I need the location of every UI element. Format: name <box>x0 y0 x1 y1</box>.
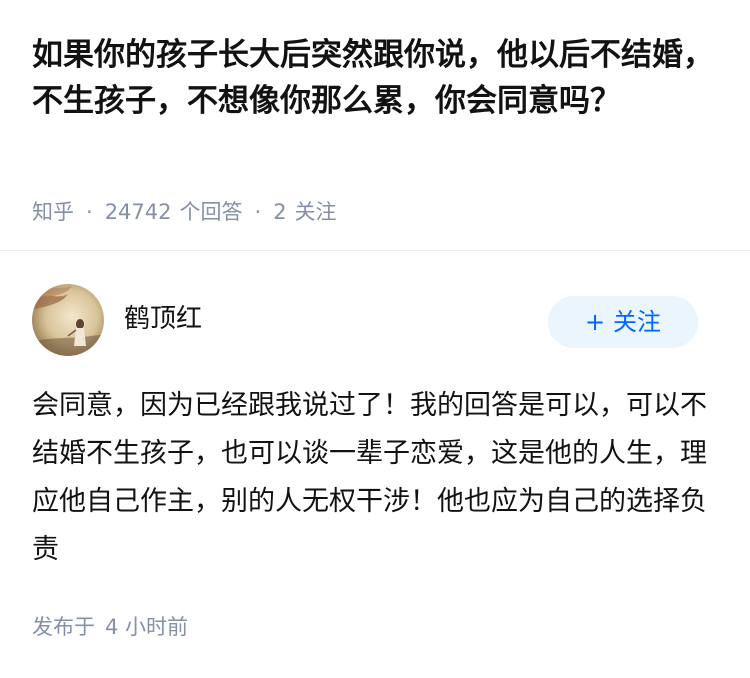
answer-count-label[interactable]: 个回答 <box>180 197 243 227</box>
follow-button-label: 关注 <box>613 308 662 336</box>
publish-time: 4 小时前 <box>105 615 189 639</box>
follow-count: 2 <box>273 200 287 224</box>
answer-content[interactable]: 会同意，因为已经跟我说过了！我的回答是可以，可以不结婚不生孩子，也可以谈一辈子恋… <box>32 382 722 574</box>
avatar-image-icon <box>32 284 104 356</box>
source-label[interactable]: 知乎 <box>32 197 74 227</box>
meta-separator: · <box>86 200 93 224</box>
publish-prefix: 发布于 <box>32 615 95 639</box>
question-meta: 知乎 · 24742 个回答 · 2 关注 <box>32 197 337 227</box>
meta-separator: · <box>254 200 262 224</box>
answer-count: 24742 <box>104 200 172 224</box>
publish-info: 发布于 4 小时前 <box>32 612 188 642</box>
section-divider <box>0 250 750 251</box>
question-header: 如果你的孩子长大后突然跟你说，他以后不结婚，不生孩子，不想像你那么累，你会同意吗… <box>0 0 750 250</box>
author-name[interactable]: 鹤顶红 <box>124 302 202 336</box>
avatar[interactable] <box>32 284 104 356</box>
plus-icon: + <box>584 308 606 336</box>
follow-count-label[interactable]: 关注 <box>295 197 337 227</box>
follow-button[interactable]: + 关注 <box>548 296 698 348</box>
author-row: 鹤顶红 + 关注 <box>32 284 718 356</box>
question-title[interactable]: 如果你的孩子长大后突然跟你说，他以后不结婚，不生孩子，不想像你那么累，你会同意吗… <box>32 32 722 124</box>
